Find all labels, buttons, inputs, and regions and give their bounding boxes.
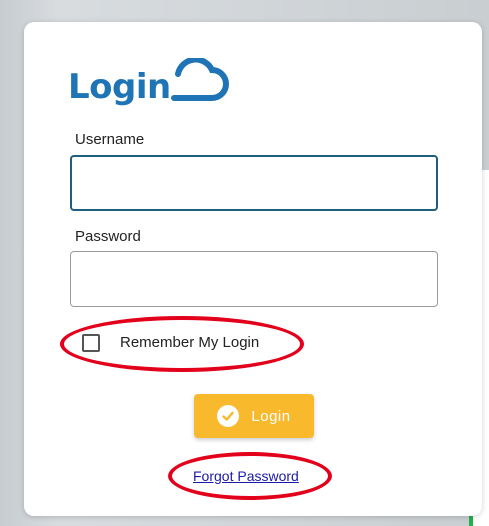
remember-highlight-ellipse: [60, 316, 304, 372]
password-label: Password: [75, 228, 141, 245]
forgot-password-highlight-ellipse: [168, 452, 332, 500]
login-button[interactable]: Login: [194, 394, 314, 438]
check-circle-icon: [217, 405, 240, 427]
username-label: Username: [75, 131, 145, 148]
login-button-label: Login: [251, 407, 291, 425]
username-input[interactable]: [70, 155, 438, 211]
password-input[interactable]: [70, 251, 438, 307]
cloud-icon: [171, 58, 229, 101]
page-title: Login: [68, 67, 171, 107]
